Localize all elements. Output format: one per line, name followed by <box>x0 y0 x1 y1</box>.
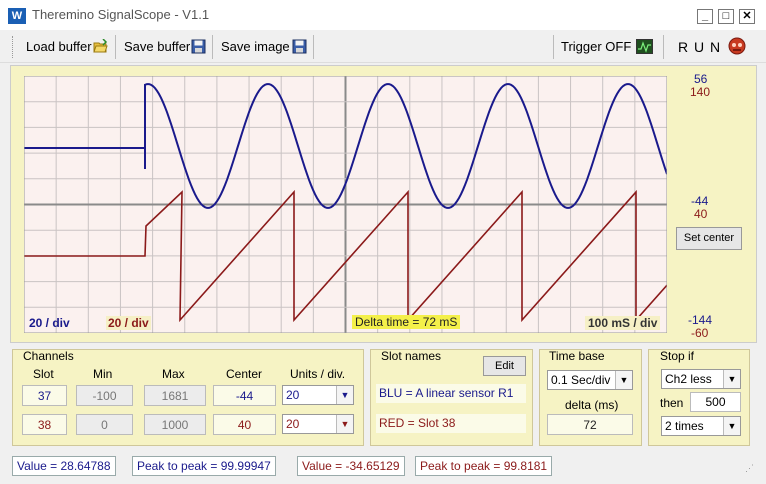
ch2-min-field[interactable]: 0 <box>76 414 133 435</box>
toolbar-separator <box>115 35 116 59</box>
units-header: Units / div. <box>290 367 346 381</box>
toolbar-separator <box>553 35 554 59</box>
folder-open-icon <box>93 39 108 53</box>
chevron-down-icon: ▼ <box>615 371 632 389</box>
time-base-title: Time base <box>549 349 605 363</box>
trigger-button[interactable]: Trigger OFF <box>561 37 631 57</box>
plot-grid <box>24 76 667 333</box>
app-icon: W <box>8 8 26 24</box>
load-buffer-button[interactable]: Load buffer <box>26 37 92 57</box>
oscilloscope-plot[interactable] <box>24 76 667 333</box>
stop-times-select[interactable]: 2 times ▼ <box>661 416 741 436</box>
toolbar-separator <box>663 35 664 59</box>
set-center-button[interactable]: Set center <box>676 227 742 250</box>
scale-mid-blue: -44 <box>691 194 709 208</box>
toolbar-separator <box>313 35 314 59</box>
blue-slot-name[interactable]: BLU = A linear sensor R1 <box>376 384 526 403</box>
scale-bot-red: -60 <box>691 326 709 340</box>
ch1-center-field[interactable]: -44 <box>213 385 276 406</box>
delta-field[interactable]: 72 <box>547 414 633 435</box>
ch1-units-select[interactable]: 20 ▼ <box>282 385 354 405</box>
edit-label: Edit <box>495 360 514 372</box>
save-image-label: Save image <box>221 39 290 54</box>
ch1-slot-field[interactable]: 37 <box>22 385 67 406</box>
delta-time-label: Delta time = 72 mS <box>352 315 461 329</box>
toolbar-separator <box>212 35 213 59</box>
red-div-label: 20 / div <box>106 316 151 330</box>
ch1-min-field[interactable]: -100 <box>76 385 133 406</box>
channels-title: Channels <box>23 349 74 363</box>
stop-condition-value: Ch2 less <box>665 372 712 386</box>
save-image-button[interactable]: Save image <box>221 37 290 57</box>
status-red-value: Value = -34.65129 <box>297 456 405 476</box>
stop-times-value: 2 times <box>665 419 704 433</box>
then-label: then <box>660 396 684 410</box>
slot-names-title: Slot names <box>381 349 442 363</box>
maximize-button[interactable]: □ <box>718 9 734 24</box>
scale-top-red: 140 <box>690 85 711 99</box>
blue-div-label: 20 / div <box>29 316 70 330</box>
ch2-center-field[interactable]: 40 <box>213 414 276 435</box>
max-header: Max <box>162 367 185 381</box>
time-div-label: 100 mS / div <box>585 316 661 330</box>
scale-mid-red: 40 <box>694 207 708 221</box>
then-value-field[interactable]: 500 <box>690 392 741 412</box>
set-center-label: Set center <box>683 232 735 244</box>
save-buffer-button[interactable]: Save buffer <box>124 37 190 57</box>
ch2-units-select[interactable]: 20 ▼ <box>282 414 354 434</box>
scale-top-blue: 56 <box>694 72 708 86</box>
chevron-down-icon: ▼ <box>336 415 353 433</box>
ch2-max-field[interactable]: 1000 <box>144 414 206 435</box>
ch1-max-field[interactable]: 1681 <box>144 385 206 406</box>
run-label: R U N <box>678 39 722 55</box>
edit-button[interactable]: Edit <box>483 356 526 376</box>
status-red-p2p: Peak to peak = 99.8181 <box>415 456 553 476</box>
stop-if-title: Stop if <box>660 349 695 363</box>
run-button[interactable]: R U N <box>678 37 721 57</box>
ch2-slot-field[interactable]: 38 <box>22 414 67 435</box>
status-blue-p2p: Peak to peak = 99.99947 <box>132 456 276 476</box>
floppy-disk-icon <box>292 39 307 54</box>
trigger-label: Trigger OFF <box>561 39 632 54</box>
time-base-select[interactable]: 0.1 Sec/div ▼ <box>547 370 633 390</box>
stop-condition-select[interactable]: Ch2 less ▼ <box>661 369 741 389</box>
chevron-down-icon: ▼ <box>723 417 740 435</box>
save-buffer-label: Save buffer <box>124 39 191 54</box>
resize-grip-icon[interactable]: ⋰ <box>745 463 754 474</box>
time-base-value: 0.1 Sec/div <box>551 373 611 387</box>
record-icon[interactable] <box>728 37 746 55</box>
center-header: Center <box>226 367 263 381</box>
ch2-units-value: 20 <box>286 417 300 431</box>
ch1-units-value: 20 <box>286 388 300 402</box>
delta-label: delta (ms) <box>565 398 619 412</box>
floppy-disk-icon <box>191 39 206 54</box>
chevron-down-icon: ▼ <box>336 386 353 404</box>
window-title: Theremino SignalScope - V1.1 <box>32 7 210 22</box>
chevron-down-icon: ▼ <box>723 370 740 388</box>
load-buffer-label: Load buffer <box>26 39 92 54</box>
slot-header: Slot <box>33 367 54 381</box>
toolbar-grip <box>12 36 16 58</box>
min-header: Min <box>93 367 113 381</box>
oscilloscope-icon <box>636 39 653 54</box>
minimize-button[interactable]: _ <box>697 9 713 24</box>
red-slot-name[interactable]: RED = Slot 38 <box>376 414 526 433</box>
scale-bot-blue: -144 <box>688 313 713 327</box>
close-button[interactable]: ✕ <box>739 9 755 24</box>
status-blue-value: Value = 28.64788 <box>12 456 116 476</box>
